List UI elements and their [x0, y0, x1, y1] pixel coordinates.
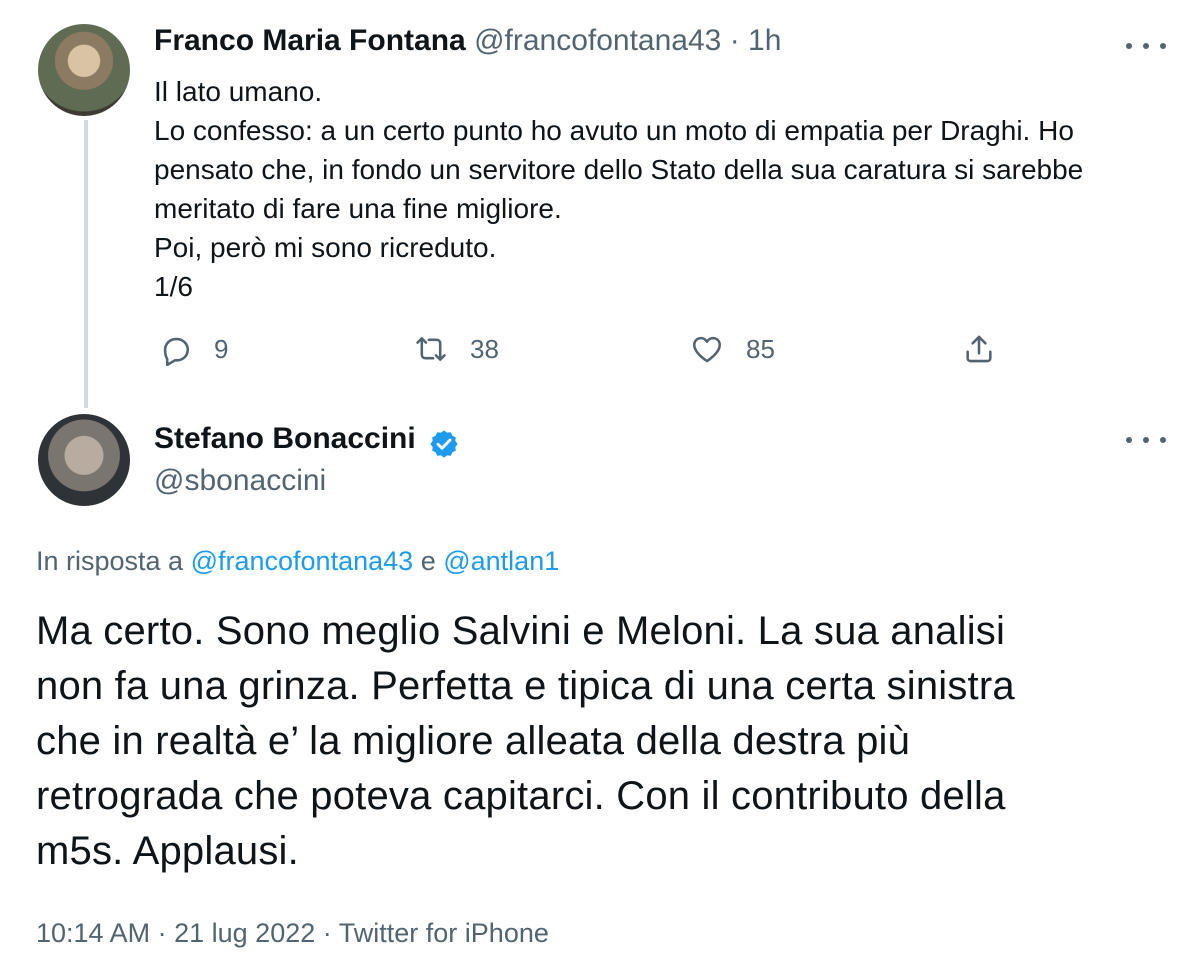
tweet2-line: m5s. Applausi.	[36, 829, 299, 873]
tweet1-handle[interactable]: @francofontana43	[474, 24, 721, 57]
reply-prefix: In risposta a	[36, 546, 184, 576]
reply-conjunction: e	[420, 546, 436, 576]
share-button[interactable]	[962, 332, 1018, 366]
share-icon	[966, 335, 992, 363]
avatar-franco-fontana[interactable]	[38, 24, 130, 116]
tweet1-line: Poi, però mi sono ricreduto.	[154, 232, 497, 263]
tweet1-header: Franco Maria Fontana @francofontana43 · …	[154, 24, 781, 58]
tweet2-text: Ma certo. Sono meglio Salvini e Meloni. …	[36, 604, 1166, 879]
tweet-source[interactable]: Twitter for iPhone	[339, 918, 549, 948]
avatar-stefano-bonaccini[interactable]	[38, 414, 130, 506]
tweet-time[interactable]: 10:14 AM	[36, 918, 150, 948]
meta-separator: ·	[157, 918, 167, 948]
like-button[interactable]: 85	[690, 332, 775, 366]
meta-separator: ·	[322, 918, 332, 948]
reply-mention-link[interactable]: @antlan1	[443, 546, 559, 576]
tweet1-line: Il lato umano.	[154, 76, 323, 107]
tweet-metadata: 10:14 AM · 21 lug 2022 · Twitter for iPh…	[36, 918, 549, 949]
tweet2-handle[interactable]: @sbonaccini	[154, 464, 326, 498]
heart-icon	[692, 336, 722, 363]
more-icon[interactable]	[1126, 430, 1166, 450]
tweet1-line: meritato di fare una fine migliore.	[154, 193, 562, 224]
like-count: 85	[746, 333, 775, 364]
retweet-icon	[416, 337, 446, 361]
reply-button[interactable]: 9	[158, 332, 228, 366]
verified-badge-icon	[430, 430, 458, 458]
tweet2-line: Ma certo. Sono meglio Salvini e Meloni. …	[36, 609, 1006, 653]
more-icon[interactable]	[1126, 36, 1166, 56]
retweet-button[interactable]: 38	[414, 332, 499, 366]
tweet1-line: 1/6	[154, 271, 193, 302]
tweet1-text: Il lato umano. Lo confesso: a un certo p…	[154, 72, 1154, 306]
tweet1-time[interactable]: 1h	[748, 24, 781, 57]
reply-context: In risposta a @francofontana43 e @antlan…	[36, 546, 559, 577]
tweet2-header: Stefano Bonaccini	[154, 422, 460, 460]
tweet2-line: che in realtà e’ la migliore alleata del…	[36, 719, 911, 763]
thread-connector-line	[84, 120, 88, 408]
tweet-date[interactable]: 21 lug 2022	[174, 918, 315, 948]
retweet-count: 38	[470, 333, 499, 364]
tweet1-separator: ·	[729, 24, 740, 57]
tweet2-display-name[interactable]: Stefano Bonaccini	[154, 422, 416, 455]
tweet1-line: pensato che, in fondo un servitore dello…	[154, 154, 1084, 185]
reply-count: 9	[214, 333, 229, 364]
reply-mention-link[interactable]: @francofontana43	[191, 546, 414, 576]
tweet2-line: retrograda che poteva capitarci. Con il …	[36, 774, 1006, 818]
tweet1-line: Lo confesso: a un certo punto ho avuto u…	[154, 115, 1074, 146]
tweet1-display-name[interactable]: Franco Maria Fontana	[154, 24, 466, 57]
tweet2-line: non fa una grinza. Perfetta e tipica di …	[36, 664, 1015, 708]
reply-icon	[163, 337, 190, 366]
